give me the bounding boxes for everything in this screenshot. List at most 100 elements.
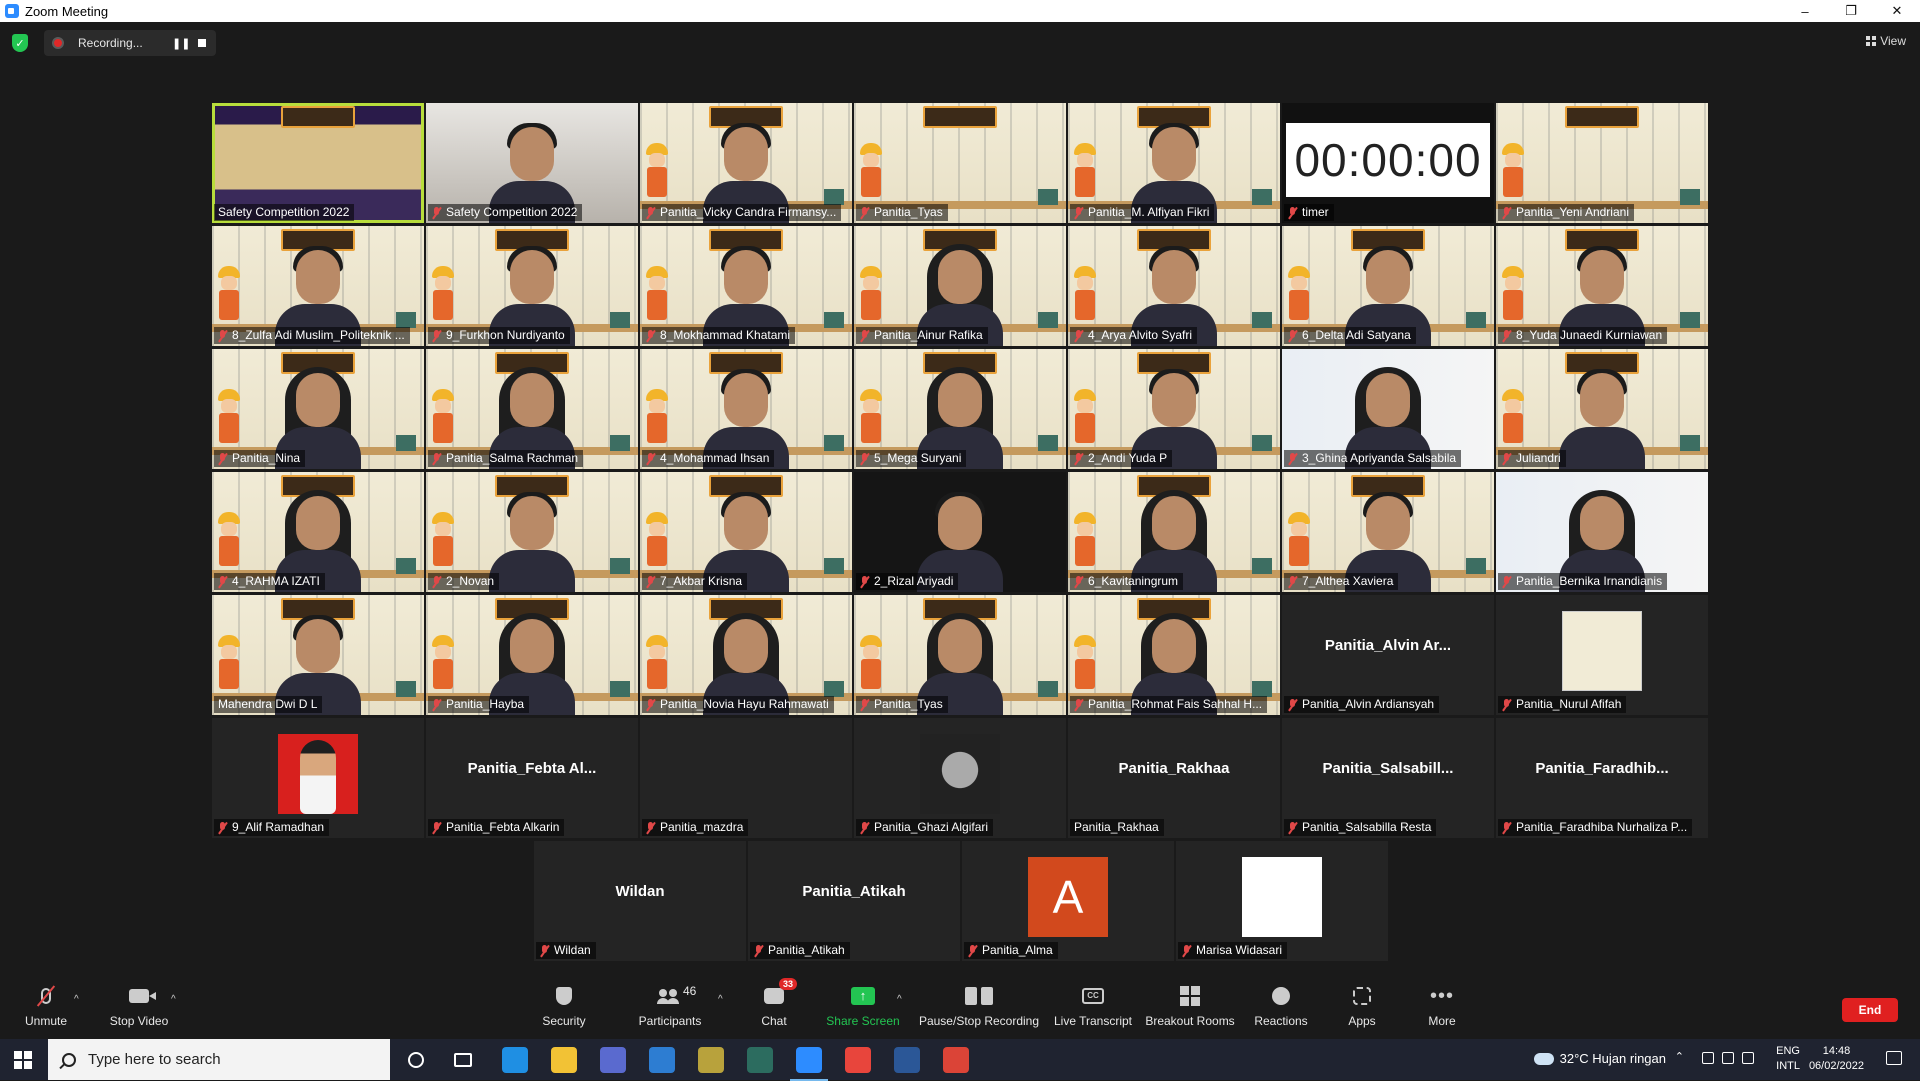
participant-tile[interactable]: Panitia_Ghazi Algifari: [854, 718, 1066, 838]
windows-start-icon[interactable]: [14, 1051, 32, 1069]
participant-tile[interactable]: Panitia_Rakhaa Panitia_Rakhaa: [1068, 718, 1280, 838]
participant-tile[interactable]: Mahendra Dwi D L: [212, 595, 424, 715]
participant-tile[interactable]: Panitia_Alvin Ar... Panitia_Alvin Ardians…: [1282, 595, 1494, 715]
breakout-rooms-button[interactable]: Breakout Rooms: [1144, 984, 1236, 1036]
participant-tile[interactable]: 9_Furkhon Nurdiyanto: [426, 226, 638, 346]
chat-button[interactable]: 33 Chat: [756, 978, 797, 1036]
network-icon[interactable]: [1702, 1052, 1714, 1064]
participant-tile[interactable]: Safety Competition 2022: [212, 103, 424, 223]
meeting-toolbar: Unmute ^ Stop Video ^ Security 46 Partic…: [0, 978, 1920, 1039]
unmute-button[interactable]: Unmute: [18, 984, 74, 1036]
participant-tile[interactable]: Panitia_Febta Al... Panitia_Febta Alkarin: [426, 718, 638, 838]
participant-tile[interactable]: Panitia_Hayba: [426, 595, 638, 715]
store-icon[interactable]: [600, 1047, 626, 1073]
participant-tile[interactable]: 00:00:00 timer: [1282, 103, 1494, 223]
video-camera-icon: [129, 989, 156, 1003]
participant-tile[interactable]: 3_Ghina Apriyanda Salsabila: [1282, 349, 1494, 469]
chrome-alt-icon[interactable]: [943, 1047, 969, 1073]
minimize-button[interactable]: –: [1782, 0, 1828, 22]
participant-tile[interactable]: Safety Competition 2022: [426, 103, 638, 223]
participant-name-tag: 8_Yuda Junaedi Kurniawan: [1498, 327, 1668, 344]
cortana-icon[interactable]: [408, 1052, 424, 1068]
participant-tile[interactable]: Panitia_Tyas: [854, 595, 1066, 715]
taskbar-search-box[interactable]: Type here to search: [48, 1039, 390, 1080]
taskbar-clock[interactable]: 14:48 06/02/2022: [1809, 1044, 1864, 1074]
pause-recording-icon[interactable]: ❚❚: [172, 37, 190, 50]
weather-widget[interactable]: 32°C Hujan ringan: [1533, 1051, 1666, 1066]
volume-icon[interactable]: [1742, 1052, 1754, 1064]
participant-tile[interactable]: 2_Andi Yuda P: [1068, 349, 1280, 469]
app-ndi-2-icon[interactable]: [747, 1047, 773, 1073]
chrome-icon[interactable]: [845, 1047, 871, 1073]
participant-tile[interactable]: Panitia_Bernika Irnandianis: [1496, 472, 1708, 592]
participant-tile[interactable]: Panitia_Nurul Afifah: [1496, 595, 1708, 715]
end-meeting-button[interactable]: End: [1842, 998, 1898, 1022]
share-options-caret[interactable]: ^: [897, 994, 902, 1005]
input-language-indicator[interactable]: ENG INTL: [1776, 1044, 1800, 1074]
reactions-button[interactable]: Reactions: [1252, 984, 1310, 1036]
app-ndi-icon[interactable]: [698, 1047, 724, 1073]
participant-tile[interactable]: Panitia_mazdra: [640, 718, 852, 838]
participant-tile[interactable]: Marisa Widasari: [1176, 841, 1388, 961]
participant-tile[interactable]: Panitia_Salsabill... Panitia_Salsabilla R…: [1282, 718, 1494, 838]
video-options-caret[interactable]: ^: [171, 994, 176, 1005]
participant-tile[interactable]: 4_Arya Alvito Syafri: [1068, 226, 1280, 346]
zoom-icon[interactable]: [790, 1047, 828, 1081]
word-icon[interactable]: [894, 1047, 920, 1073]
participant-tile[interactable]: 8_Zulfa Adi Muslim_Politeknik ...: [212, 226, 424, 346]
microphone-muted-icon: [432, 821, 441, 834]
participant-tile[interactable]: Panitia_Atikah Panitia_Atikah: [748, 841, 960, 961]
stop-recording-icon[interactable]: [198, 39, 206, 47]
participant-tile[interactable]: Wildan Wildan: [534, 841, 746, 961]
live-transcript-button[interactable]: CC Live Transcript: [1052, 984, 1134, 1036]
participant-tile[interactable]: 7_Althea Xaviera: [1282, 472, 1494, 592]
edge-icon[interactable]: [502, 1047, 528, 1073]
participant-tile[interactable]: Panitia_Ainur Rafika: [854, 226, 1066, 346]
participant-tile[interactable]: 7_Akbar Krisna: [640, 472, 852, 592]
participant-name-tag: Wildan: [536, 942, 596, 959]
participants-button[interactable]: 46 Participants: [636, 984, 704, 1036]
participant-tile[interactable]: Panitia_Tyas: [854, 103, 1066, 223]
windows-taskbar: Type here to search 32°C Hujan ringan ⌃ …: [0, 1039, 1920, 1081]
participant-tile[interactable]: Juliandri: [1496, 349, 1708, 469]
participant-tile[interactable]: A Panitia_Alma: [962, 841, 1174, 961]
encryption-shield-icon[interactable]: ✓: [12, 34, 28, 52]
pause-stop-recording-button[interactable]: Pause/Stop Recording: [918, 984, 1040, 1036]
participant-tile[interactable]: Panitia_Yeni Andriani: [1496, 103, 1708, 223]
participant-tile[interactable]: 6_Kavitaningrum: [1068, 472, 1280, 592]
participant-tile[interactable]: 6_Delta Adi Satyana: [1282, 226, 1494, 346]
participant-name: 2_Novan: [446, 574, 495, 588]
participant-tile[interactable]: Panitia_Vicky Candra Firmansy...: [640, 103, 852, 223]
participant-tile[interactable]: Panitia_Faradhib... Panitia_Faradhiba Nur…: [1496, 718, 1708, 838]
participant-tile[interactable]: Panitia_M. Alfiyan Fikri: [1068, 103, 1280, 223]
more-button[interactable]: ••• More: [1424, 984, 1460, 1036]
participant-name-tag: 2_Novan: [428, 573, 500, 590]
share-screen-button[interactable]: ↑ Share Screen: [826, 984, 900, 1036]
restore-button[interactable]: ❐: [1828, 0, 1874, 22]
security-button[interactable]: Security: [538, 984, 590, 1036]
stop-video-button[interactable]: Stop Video: [104, 984, 174, 1036]
participant-tile[interactable]: 4_RAHMA IZATI: [212, 472, 424, 592]
participant-tile[interactable]: 9_Alif Ramadhan: [212, 718, 424, 838]
participant-tile[interactable]: Panitia_Nina: [212, 349, 424, 469]
apps-button[interactable]: Apps: [1346, 984, 1378, 1036]
participant-tile[interactable]: 2_Rizal Ariyadi: [854, 472, 1066, 592]
audio-options-caret[interactable]: ^: [74, 994, 79, 1005]
participant-tile[interactable]: 4_Mohammad Ihsan: [640, 349, 852, 469]
participants-options-caret[interactable]: ^: [718, 994, 723, 1005]
view-button[interactable]: View: [1866, 34, 1906, 48]
participant-tile[interactable]: Panitia_Salma Rachman: [426, 349, 638, 469]
mail-icon[interactable]: [649, 1047, 675, 1073]
monitor-icon[interactable]: [1722, 1052, 1734, 1064]
task-view-icon[interactable]: [454, 1053, 472, 1067]
show-hidden-icons-chevron-icon[interactable]: ⌃: [1675, 1050, 1684, 1063]
participant-tile[interactable]: 5_Mega Suryani: [854, 349, 1066, 469]
action-center-icon[interactable]: [1886, 1051, 1902, 1065]
participant-tile[interactable]: Panitia_Rohmat Fais Sahhal H...: [1068, 595, 1280, 715]
file-explorer-icon[interactable]: [551, 1047, 577, 1073]
participant-tile[interactable]: 8_Yuda Junaedi Kurniawan: [1496, 226, 1708, 346]
close-button[interactable]: ✕: [1874, 0, 1920, 22]
participant-tile[interactable]: 8_Mokhammad Khatami: [640, 226, 852, 346]
participant-tile[interactable]: 2_Novan: [426, 472, 638, 592]
participant-tile[interactable]: Panitia_Novia Hayu Rahmawati: [640, 595, 852, 715]
